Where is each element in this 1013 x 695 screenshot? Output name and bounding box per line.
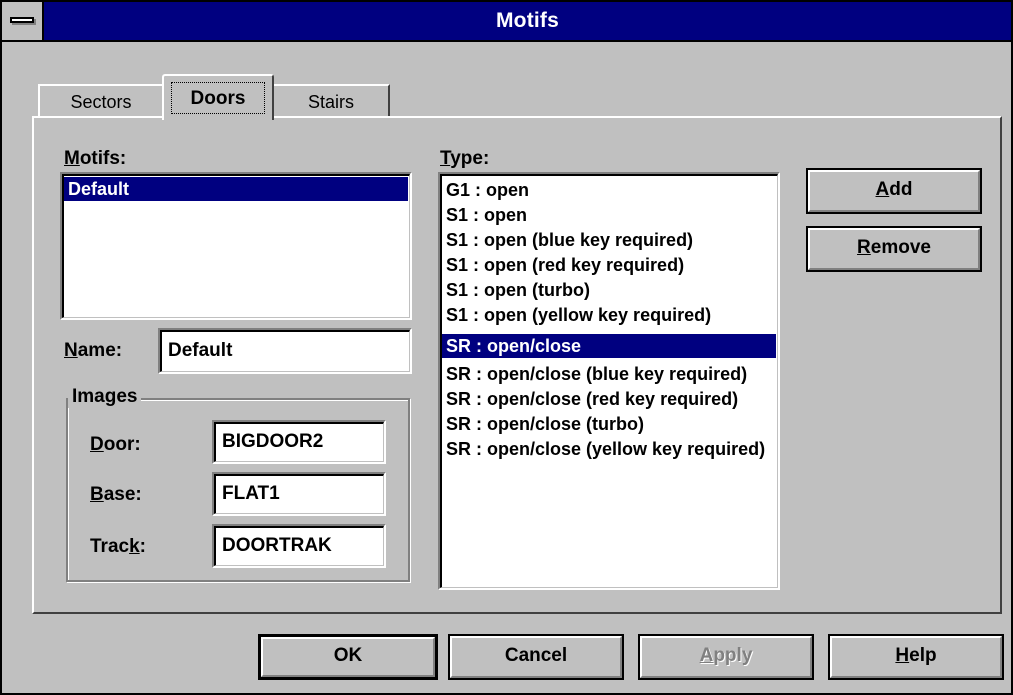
title-bar[interactable]: Motifs — [2, 2, 1011, 42]
remove-button[interactable]: Remove — [806, 226, 982, 272]
list-item[interactable]: SR : open/close (turbo) — [442, 412, 776, 436]
door-field[interactable]: BIGDOOR2 — [212, 420, 386, 464]
list-item[interactable]: Default — [64, 177, 408, 201]
add-button[interactable]: Add — [806, 168, 982, 214]
list-item[interactable]: S1 : open (yellow key required) — [442, 303, 776, 327]
name-label: Name: — [64, 340, 123, 361]
base-label: Base: — [90, 484, 142, 505]
ok-button[interactable]: OK — [258, 634, 438, 680]
name-field[interactable]: Default — [158, 328, 412, 374]
track-value: DOORTRAK — [222, 535, 332, 556]
list-item[interactable]: SR : open/close (blue key required) — [442, 362, 776, 386]
list-item[interactable]: S1 : open (red key required) — [442, 253, 776, 277]
apply-button[interactable]: Apply — [638, 634, 814, 680]
base-value: FLAT1 — [222, 483, 280, 504]
list-item[interactable]: SR : open/close (yellow key required) — [442, 437, 776, 461]
tab-stairs[interactable]: Stairs — [272, 84, 390, 118]
tab-sectors[interactable]: Sectors — [38, 84, 164, 118]
list-item[interactable]: S1 : open — [442, 203, 776, 227]
list-item[interactable]: S1 : open (turbo) — [442, 278, 776, 302]
system-menu-icon[interactable] — [2, 2, 44, 40]
tab-doors-label: Doors — [190, 88, 246, 109]
track-label: Track: — [90, 536, 146, 557]
motifs-listbox[interactable]: Default — [60, 172, 412, 320]
cancel-button[interactable]: Cancel — [448, 634, 624, 680]
base-field[interactable]: FLAT1 — [212, 472, 386, 516]
door-value: BIGDOOR2 — [222, 431, 324, 452]
list-item[interactable]: SR : open/close (red key required) — [442, 387, 776, 411]
images-group-title: Images — [68, 386, 142, 408]
name-value: Default — [168, 340, 233, 361]
track-field[interactable]: DOORTRAK — [212, 524, 386, 568]
door-label: Door: — [90, 434, 141, 455]
help-button[interactable]: Help — [828, 634, 1004, 680]
list-item[interactable]: SR : open/close — [442, 334, 776, 358]
motifs-dialog: Motifs Sectors Stairs Doors Motifs: Defa… — [0, 0, 1013, 695]
list-item[interactable]: S1 : open (blue key required) — [442, 228, 776, 252]
list-item[interactable]: G1 : open — [442, 178, 776, 202]
window-title: Motifs — [495, 9, 560, 32]
tab-sectors-label: Sectors — [70, 92, 132, 112]
motifs-label: Motifs: — [64, 148, 127, 169]
tab-stairs-label: Stairs — [307, 92, 354, 112]
type-listbox[interactable]: G1 : open S1 : open S1 : open (blue key … — [438, 172, 780, 590]
type-label: Type: — [440, 148, 490, 169]
